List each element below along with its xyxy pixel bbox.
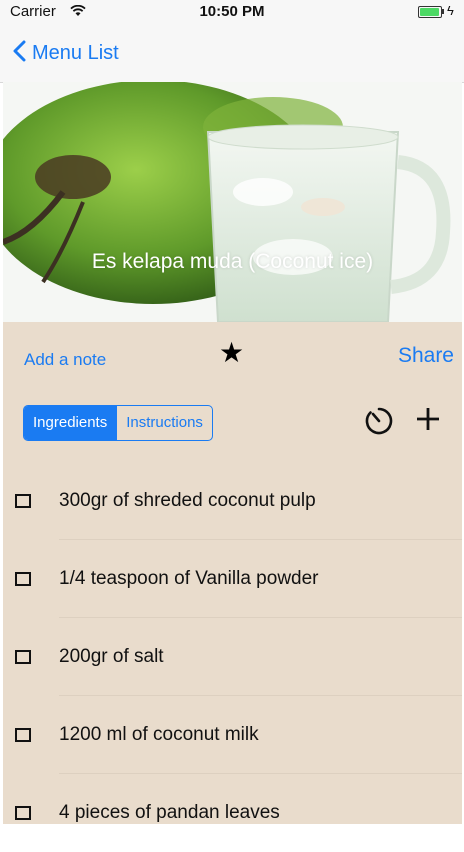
list-item: 1200 ml of coconut milk (3, 696, 462, 774)
back-button[interactable]: Menu List (12, 40, 119, 67)
plus-icon[interactable] (415, 406, 441, 437)
list-item: 200gr of salt (3, 618, 462, 696)
tab-control: Ingredients Instructions (23, 405, 213, 441)
star-icon[interactable]: ★ (219, 336, 244, 369)
checkbox-icon[interactable] (15, 650, 31, 664)
tab-ingredients[interactable]: Ingredients (24, 406, 117, 440)
ingredient-text: 200gr of salt (59, 646, 164, 667)
checkbox-icon[interactable] (15, 806, 31, 820)
ingredient-text: 1200 ml of coconut milk (59, 724, 259, 745)
clock: 10:50 PM (199, 3, 265, 20)
recipe-image: Es kelapa muda (Coconut ice) (3, 82, 462, 322)
back-label: Menu List (32, 42, 119, 64)
add-note-button[interactable]: Add a note (24, 350, 106, 370)
recipe-photo (3, 82, 462, 322)
ingredient-text: 4 pieces of pandan leaves (59, 802, 280, 823)
list-item: 1/4 teaspoon of Vanilla powder (3, 540, 462, 618)
back-chevron-icon (12, 40, 26, 67)
list-item: 4 pieces of pandan leaves (3, 774, 462, 852)
battery-tip (442, 9, 444, 14)
checkbox-icon[interactable] (15, 494, 31, 508)
ingredient-list: 300gr of shreded coconut pulp 1/4 teaspo… (3, 462, 462, 852)
battery-icon (418, 6, 442, 18)
status-bar: Carrier 10:50 PM ϟ (0, 0, 464, 22)
ingredient-text: 300gr of shreded coconut pulp (59, 490, 316, 511)
recipe-content: Add a note ★ Share Ingredients Instructi… (3, 322, 462, 824)
checkbox-icon[interactable] (15, 572, 31, 586)
charging-bolt-icon: ϟ (447, 3, 454, 18)
navigation-bar: Menu List (0, 22, 464, 83)
list-item: 300gr of shreded coconut pulp (3, 462, 462, 540)
ingredient-text: 1/4 teaspoon of Vanilla powder (59, 568, 319, 589)
checkbox-icon[interactable] (15, 728, 31, 742)
share-button[interactable]: Share (398, 344, 454, 368)
tab-instructions[interactable]: Instructions (116, 406, 212, 440)
timer-icon[interactable] (364, 406, 394, 441)
recipe-title: Es kelapa muda (Coconut ice) (91, 250, 374, 273)
